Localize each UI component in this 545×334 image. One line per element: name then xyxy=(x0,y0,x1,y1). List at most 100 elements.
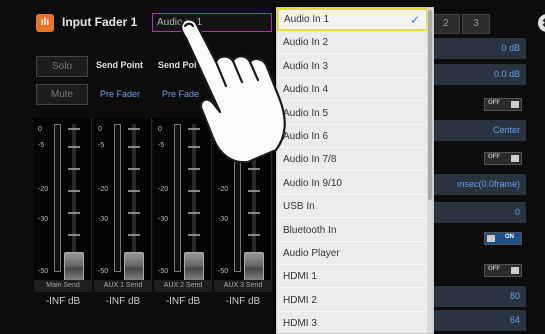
audio-mixer-screen: ılı Input Fader 1 Audio In 1 Solo Mute S… xyxy=(0,0,545,334)
param-value[interactable]: 64 xyxy=(434,310,526,331)
fader-tick xyxy=(68,234,80,236)
fader-knob[interactable] xyxy=(64,252,84,282)
param-value[interactable]: 0 xyxy=(434,202,526,223)
fader-scale-label: 0 xyxy=(38,126,42,133)
fader-knob[interactable] xyxy=(184,252,204,282)
dropdown-option-label: HDMI 1 xyxy=(283,271,317,283)
fader-level-value: -INF dB xyxy=(225,296,261,307)
fader-send-label: AUX 1 Send xyxy=(94,280,152,292)
fader-scale-label: -50 xyxy=(218,268,229,275)
fader-tick xyxy=(68,190,80,192)
toggle-state-label: ON xyxy=(505,234,514,240)
toggle-handle xyxy=(511,101,519,108)
param-value[interactable]: Center xyxy=(434,120,526,141)
param-toggle[interactable]: OFF xyxy=(484,152,522,165)
fader-scale-label: -30 xyxy=(218,216,229,223)
fader-level-value: -INF dB xyxy=(45,296,81,307)
fader-send-label: AUX 2 Send xyxy=(154,280,212,292)
fader-tick xyxy=(188,190,200,192)
param-toggle[interactable]: OFF xyxy=(484,98,522,111)
dropdown-option-label: Audio In 9/10 xyxy=(283,177,342,189)
fader-scale-label: -5 xyxy=(98,142,105,149)
fader-tick xyxy=(248,234,260,236)
dropdown-option[interactable]: Audio In 9/10 xyxy=(277,172,428,195)
dropdown-option[interactable]: HDMI 1 xyxy=(277,265,428,289)
fader-level-value: -INF dB xyxy=(165,296,201,307)
fader-tick xyxy=(128,168,140,170)
fader-scale-label: -20 xyxy=(38,186,49,193)
solo-button[interactable]: Solo xyxy=(36,56,88,77)
dropdown-option[interactable]: USB In xyxy=(277,195,428,219)
dropdown-option-label: Bluetooth In xyxy=(283,224,337,236)
fader-tick xyxy=(128,190,140,192)
toggle-handle xyxy=(511,155,519,162)
fader-tick xyxy=(128,234,140,236)
dropdown-option-label: USB In xyxy=(283,201,315,213)
fader-title: Input Fader 1 xyxy=(62,15,138,29)
param-toggle[interactable]: ON xyxy=(484,232,522,245)
dropdown-option[interactable]: HDMI 2 xyxy=(277,289,428,312)
fader-tick xyxy=(68,146,80,148)
fader-knob[interactable] xyxy=(244,252,264,282)
fader-scale-label: 0 xyxy=(98,126,102,133)
mixer-app-icon: ılı xyxy=(36,14,54,32)
fader-scale-label: -5 xyxy=(38,142,45,149)
fader-scale-label: -50 xyxy=(38,268,49,275)
param-value[interactable]: 0 dB xyxy=(434,38,526,59)
fader-scale-label: -20 xyxy=(158,186,169,193)
fader-send-label: Main Send xyxy=(34,280,92,292)
close-icon[interactable]: ✖ xyxy=(538,14,545,32)
fader-tick xyxy=(128,212,140,214)
param-value[interactable]: 80 xyxy=(434,286,526,307)
fader-scale-label: -20 xyxy=(218,186,229,193)
toggle-state-label: OFF xyxy=(488,154,500,160)
send-point-value[interactable]: Pre Fader xyxy=(100,89,140,99)
mute-button[interactable]: Mute xyxy=(36,84,88,105)
toggle-handle xyxy=(511,267,519,274)
dropdown-option[interactable]: Audio Player xyxy=(277,242,428,265)
fader-tick xyxy=(128,146,140,148)
parameter-panel: 2 3 ✖ 0 dB 0.0 dB OFF Center OFF msec(0.0fram… xyxy=(432,0,545,334)
toggle-handle xyxy=(487,235,495,242)
fader-tick xyxy=(188,212,200,214)
fader-tick xyxy=(248,168,260,170)
scrollbar-thumb[interactable] xyxy=(428,10,432,200)
fader-knob[interactable] xyxy=(124,252,144,282)
fader-scale-label: -30 xyxy=(38,216,49,223)
fader-scale-label: -50 xyxy=(98,268,109,275)
fader-tick xyxy=(188,168,200,170)
fader-strip: 0 -5 -20 -30 -50 xyxy=(34,118,92,282)
dropdown-option[interactable]: Bluetooth In xyxy=(277,219,428,242)
fader-tick xyxy=(248,190,260,192)
toggle-state-label: OFF xyxy=(488,100,500,106)
fader-scale-label: -30 xyxy=(98,216,109,223)
fader-tick xyxy=(68,128,80,130)
dropdown-option-label: HDMI 2 xyxy=(283,294,317,306)
send-point-title: Send Point xyxy=(96,60,143,70)
tab-3[interactable]: 3 xyxy=(462,14,490,34)
dropdown-option-label: HDMI 3 xyxy=(283,318,317,330)
dropdown-scrollbar[interactable] xyxy=(427,8,433,333)
fader-send-label: AUX 3 Send xyxy=(214,280,272,292)
fader-tick xyxy=(68,168,80,170)
fader-scale-label: 0 xyxy=(158,126,162,133)
fader-strip: 0 -5 -20 -30 -50 xyxy=(94,118,152,282)
param-value[interactable]: 0.0 dB xyxy=(434,64,526,85)
dropdown-option-label: Audio Player xyxy=(283,248,340,259)
toggle-state-label: OFF xyxy=(488,266,500,272)
check-icon: ✓ xyxy=(409,13,420,27)
fader-tick xyxy=(188,234,200,236)
fader-level-value: -INF dB xyxy=(105,296,141,307)
fader-scale-label: -5 xyxy=(158,142,165,149)
tab-2[interactable]: 2 xyxy=(432,14,460,34)
param-toggle[interactable]: OFF xyxy=(484,264,522,277)
level-meter xyxy=(114,124,121,272)
fader-tick xyxy=(68,212,80,214)
fader-scale-label: -30 xyxy=(158,216,169,223)
level-meter xyxy=(54,124,61,272)
fader-scale-label: -50 xyxy=(158,268,169,275)
param-value[interactable]: msec(0.0frame) xyxy=(434,174,526,195)
dropdown-option[interactable]: HDMI 3 xyxy=(277,312,428,333)
fader-scale-label: -20 xyxy=(98,186,109,193)
fader-tick xyxy=(248,212,260,214)
